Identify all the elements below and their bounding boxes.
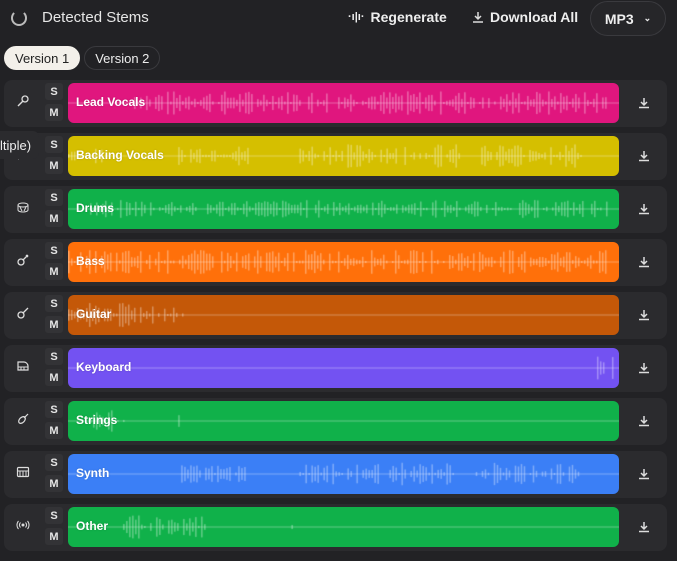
solo-button[interactable]: S — [45, 348, 63, 365]
solo-button[interactable]: S — [45, 83, 63, 100]
stem-name: Keyboard — [76, 360, 132, 374]
format-select[interactable]: MP3 ⌄ — [590, 1, 666, 36]
mute-button[interactable]: M — [45, 369, 63, 386]
solo-button[interactable]: S — [45, 454, 63, 471]
waveform-track[interactable]: Synth — [68, 454, 619, 494]
waveform-track[interactable]: Strings — [68, 401, 619, 441]
stem-name: Drums — [76, 201, 115, 215]
microphone-icon — [14, 94, 32, 112]
stem-row: S M Strings — [4, 398, 667, 445]
waveform — [68, 401, 619, 441]
waveform-track[interactable]: Bass — [68, 242, 619, 282]
download-icon[interactable] — [636, 148, 652, 164]
mute-button[interactable]: M — [45, 316, 63, 333]
download-icon[interactable] — [636, 466, 652, 482]
download-icon[interactable] — [636, 360, 652, 376]
version-tabs: Version 1 Version 2 — [4, 46, 161, 70]
download-all-button[interactable]: Download All — [472, 9, 578, 25]
stem-row: S M Backing Vocals — [4, 133, 667, 180]
stem-name: Other — [76, 519, 109, 533]
waveform — [68, 83, 619, 123]
piano-icon — [14, 359, 32, 377]
tab-version-1[interactable]: Version 1 — [4, 46, 81, 70]
stem-row: S M Bass — [4, 239, 667, 286]
download-icon[interactable] — [636, 413, 652, 429]
loading-spinner-icon — [11, 10, 27, 26]
solo-button[interactable]: S — [45, 136, 63, 153]
waveform-track[interactable]: Guitar — [68, 295, 619, 335]
waveform — [68, 295, 619, 335]
mute-button[interactable]: M — [45, 528, 63, 545]
page-title: Detected Stems — [42, 9, 149, 26]
stem-row: S M Keyboard — [4, 345, 667, 392]
stem-name: Backing Vocals — [76, 148, 164, 162]
download-icon[interactable] — [636, 307, 652, 323]
drum-icon — [14, 200, 32, 218]
broadcast-icon — [14, 518, 32, 536]
solo-button[interactable]: S — [45, 242, 63, 259]
waveform-icon: ·ı|ı· — [348, 11, 365, 23]
stem-name: Strings — [76, 413, 118, 427]
solo-button[interactable]: S — [45, 507, 63, 524]
stem-name: Synth — [76, 466, 110, 480]
mute-button[interactable]: M — [45, 157, 63, 174]
download-icon[interactable] — [636, 254, 652, 270]
mute-button[interactable]: M — [45, 422, 63, 439]
stem-name: Bass — [76, 254, 105, 268]
header: Detected Stems ·ı|ı· Regenerate Download… — [0, 0, 677, 38]
stem-row: S M Drums — [4, 186, 667, 233]
solo-button[interactable]: S — [45, 401, 63, 418]
waveform-track[interactable]: Backing Vocals — [68, 136, 619, 176]
download-icon[interactable] — [636, 95, 652, 111]
waveform-track[interactable]: Lead Vocals — [68, 83, 619, 123]
stem-name: Lead Vocals — [76, 95, 146, 109]
mute-button[interactable]: M — [45, 475, 63, 492]
bass-guitar-icon — [14, 253, 32, 271]
waveform-track[interactable]: Keyboard — [68, 348, 619, 388]
tooltip: ltiple) — [0, 131, 40, 159]
stem-row: S M Synth — [4, 451, 667, 498]
solo-button[interactable]: S — [45, 295, 63, 312]
mute-button[interactable]: M — [45, 263, 63, 280]
regenerate-button[interactable]: ·ı|ı· Regenerate — [348, 9, 447, 25]
synth-icon — [14, 465, 32, 483]
waveform — [68, 454, 619, 494]
mute-button[interactable]: M — [45, 210, 63, 227]
download-icon[interactable] — [636, 201, 652, 217]
violin-icon — [14, 412, 32, 430]
download-icon — [473, 12, 483, 23]
chevron-down-icon: ⌄ — [643, 13, 652, 23]
waveform-track[interactable]: Other — [68, 507, 619, 547]
stem-row: S M Other — [4, 504, 667, 551]
stem-row: S M Lead Vocals — [4, 80, 667, 127]
stem-row: S M Guitar — [4, 292, 667, 339]
download-icon[interactable] — [636, 519, 652, 535]
waveform — [68, 189, 619, 229]
waveform — [68, 348, 619, 388]
waveform-track[interactable]: Drums — [68, 189, 619, 229]
tab-version-2[interactable]: Version 2 — [84, 46, 161, 70]
solo-button[interactable]: S — [45, 189, 63, 206]
waveform — [68, 242, 619, 282]
stem-name: Guitar — [76, 307, 112, 321]
waveform — [68, 507, 619, 547]
mute-button[interactable]: M — [45, 104, 63, 121]
guitar-icon — [14, 306, 32, 324]
